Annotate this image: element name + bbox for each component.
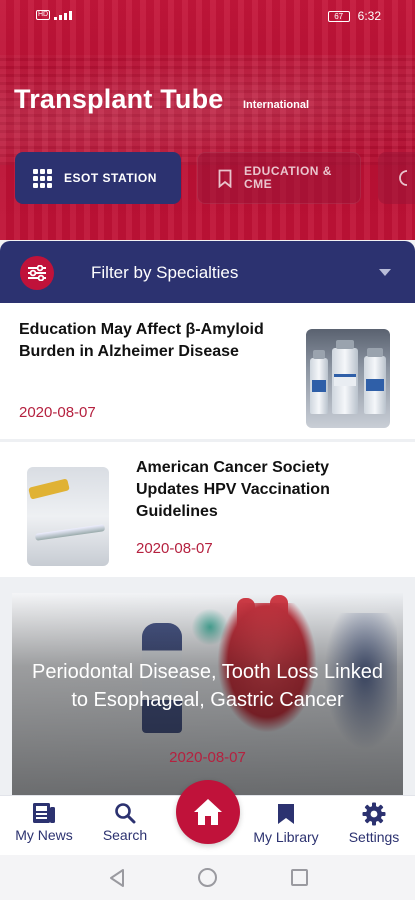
chip-label: ESOT STATION (64, 170, 157, 185)
app-title: Transplant Tube (14, 84, 224, 114)
nav-settings[interactable]: Settings (343, 802, 405, 845)
nav-my-news[interactable]: My News (12, 802, 76, 843)
article-date: 2020-08-07 (19, 404, 96, 421)
article-title: Education May Affect β-Amyloid Burden in… (19, 321, 264, 360)
nav-my-library[interactable]: My Library (248, 802, 324, 845)
chip-label: EDUCATION & CME (244, 164, 332, 191)
nav-label: Search (102, 827, 148, 843)
bookmark-icon (218, 169, 232, 188)
filter-by-specialties[interactable]: Filter by Specialties (0, 241, 415, 303)
system-navigation-bar (0, 855, 415, 900)
chevron-down-icon (379, 269, 391, 276)
sliders-icon (20, 256, 54, 290)
featured-article-title: Periodontal Disease, Tooth Loss Linked t… (32, 661, 383, 711)
nav-label: My News (15, 827, 73, 843)
volte-icon: HD (36, 10, 50, 20)
grid-icon (33, 168, 52, 188)
signal-icon (54, 10, 76, 20)
back-icon[interactable] (108, 868, 126, 888)
header-banner: HD 67 6:32 Transplant Tube International… (0, 0, 415, 240)
featured-article-date: 2020-08-07 (169, 749, 246, 766)
home-icon (194, 799, 222, 825)
newspaper-icon (33, 803, 55, 823)
recent-apps-icon[interactable] (291, 869, 308, 886)
search-icon (115, 803, 136, 824)
bookmark-icon (278, 804, 294, 824)
nav-label: My Library (253, 829, 319, 845)
app-subtitle: International (243, 99, 310, 111)
filter-label: Filter by Specialties (91, 263, 239, 282)
news-feed[interactable]: Education May Affect β-Amyloid Burden in… (0, 303, 415, 800)
syringe-image (27, 467, 109, 566)
nav-search[interactable]: Search (95, 802, 155, 843)
more-chip-icon (399, 170, 408, 186)
vaccine-vials-image (306, 329, 390, 428)
home-button[interactable] (176, 780, 240, 844)
article-title: American Cancer Society Updates HPV Vacc… (136, 459, 330, 520)
esot-station-chip[interactable]: ESOT STATION (15, 152, 181, 204)
status-time: 6:32 (357, 9, 381, 23)
featured-article-card[interactable]: Periodontal Disease, Tooth Loss Linked t… (12, 593, 403, 800)
status-bar: HD 67 6:32 (0, 0, 415, 32)
article-date: 2020-08-07 (136, 540, 213, 557)
battery-icon: 67 (327, 10, 350, 22)
nav-label: Settings (348, 829, 400, 845)
education-cme-chip[interactable]: EDUCATION & CME (197, 152, 361, 204)
gear-icon (362, 802, 386, 826)
more-chip[interactable] (378, 152, 415, 204)
home-circle-icon[interactable] (198, 868, 217, 887)
